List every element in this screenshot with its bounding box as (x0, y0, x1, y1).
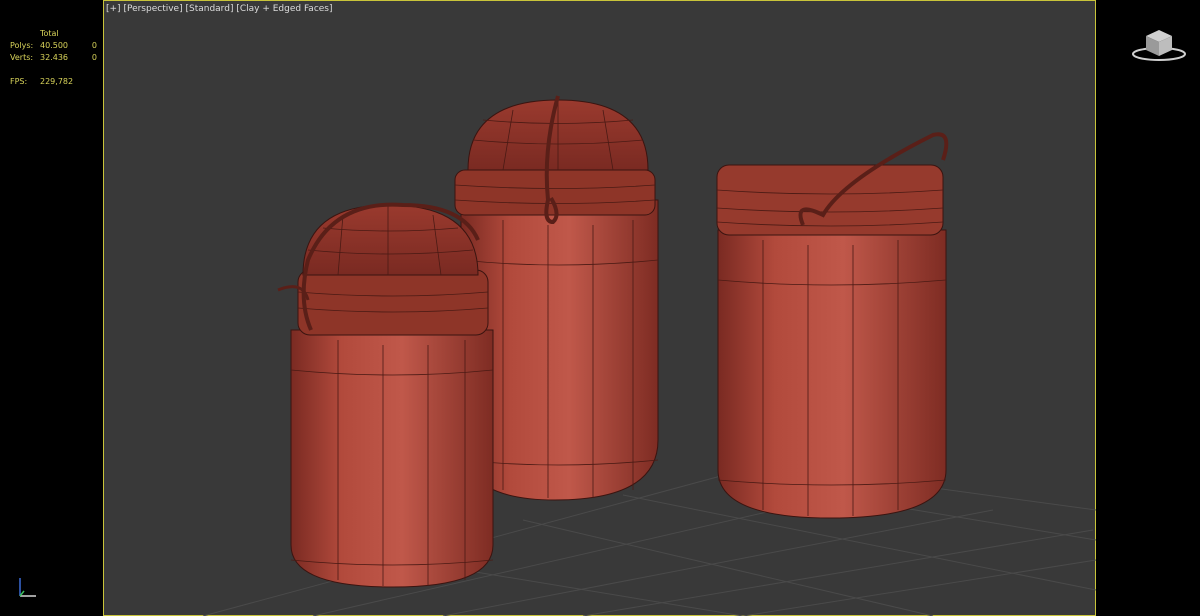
fps-label: FPS: (10, 77, 28, 86)
fps-value: 229,782 (40, 77, 74, 86)
verts-selected: 0 (91, 53, 97, 62)
viewport-label-menu[interactable]: [+] [Perspective] [Standard] [Clay + Edg… (106, 4, 333, 14)
left-panel: Total Polys: 40.500 0 Verts: 32.436 0 FP… (0, 0, 103, 616)
jar-left (277, 202, 494, 588)
viewport-standard-menu[interactable]: [Standard] (185, 4, 233, 14)
viewport-shading-menu[interactable]: [Clay + Edged Faces] (236, 4, 332, 14)
polys-label: Polys: (10, 41, 34, 50)
axis-tripod-icon (19, 578, 36, 597)
viewport-scene[interactable] (103, 0, 1096, 616)
perspective-viewport[interactable]: [+] [Perspective] [Standard] [Clay + Edg… (103, 0, 1096, 616)
jar-right (716, 132, 949, 519)
verts-value: 32.436 (40, 53, 68, 62)
statistics-overlay: Total Polys: 40.500 0 Verts: 32.436 0 FP… (10, 28, 97, 88)
viewport-general-menu[interactable]: [+] (106, 4, 121, 14)
viewcube-icon[interactable] (1126, 24, 1192, 64)
right-panel (1096, 0, 1200, 616)
stats-header: Total (40, 29, 59, 38)
viewport-point-of-view-menu[interactable]: [Perspective] (123, 4, 182, 14)
polys-selected: 0 (91, 41, 97, 50)
polys-value: 40.500 (40, 41, 68, 50)
verts-label: Verts: (10, 53, 34, 62)
